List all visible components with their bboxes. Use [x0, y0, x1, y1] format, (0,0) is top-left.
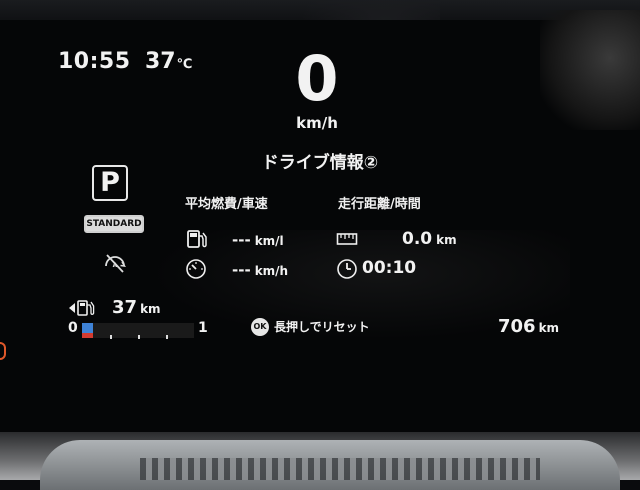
elapsed-time: 00:10	[362, 258, 417, 278]
clock: 10:55	[58, 49, 131, 74]
avg-fuel-value: ---	[232, 231, 251, 249]
ruler-icon	[336, 233, 358, 245]
temperature-value: 37	[145, 49, 176, 74]
air-vent-grille	[140, 458, 540, 480]
ok-button-icon[interactable]: OK	[251, 318, 269, 336]
reset-hint: 長押しでリセット	[274, 320, 370, 334]
speed-unit: km/h	[296, 114, 338, 132]
odometer-unit: km	[538, 321, 560, 335]
fuel-range-icon	[69, 300, 95, 316]
range-unit: km	[140, 302, 161, 316]
clock-icon	[337, 259, 357, 279]
avg-fuel-unit: km/l	[254, 234, 284, 248]
drive-mode-badge: STANDARD	[84, 215, 144, 233]
fuel-gauge-min-label: 0	[68, 320, 78, 336]
fuel-gauge-max-label: 1	[198, 320, 208, 336]
auto-stop-off-icon: A	[105, 254, 126, 273]
fuel-gauge-fill	[82, 323, 93, 333]
avg-speed-readout: --- km/h	[232, 261, 288, 279]
distance-readout: 0.0 km	[402, 229, 457, 249]
speedometer-icon	[186, 259, 206, 279]
avg-speed-value: ---	[232, 261, 251, 279]
page-title: ドライブ情報②	[261, 153, 379, 173]
range-value: 37	[112, 297, 138, 318]
avg-fuel-readout: --- km/l	[232, 231, 284, 249]
fuel-gauge: 0 1	[68, 320, 218, 342]
odometer-value: 706	[498, 316, 536, 337]
temperature-unit: ℃	[176, 57, 193, 72]
fuel-gauge-tick	[138, 335, 140, 339]
distance-unit: km	[436, 233, 457, 247]
window-reflection	[540, 10, 640, 130]
gear-indicator: P	[92, 165, 128, 201]
fuel-pump-icon	[187, 230, 207, 248]
range-readout: 37 km	[112, 297, 161, 318]
distance-value: 0.0	[402, 229, 433, 249]
trip-header: 走行距離/時間	[338, 197, 421, 212]
fuel-gauge-low-marker	[82, 333, 93, 338]
odometer: 706 km	[498, 316, 559, 337]
fuel-gauge-tick	[110, 335, 112, 339]
avg-header: 平均燃費/車速	[185, 197, 268, 212]
fuel-gauge-tick	[166, 335, 168, 339]
outside-temperature: 37℃	[145, 49, 192, 74]
avg-speed-unit: km/h	[254, 264, 289, 278]
speed-value: 0	[295, 42, 339, 115]
